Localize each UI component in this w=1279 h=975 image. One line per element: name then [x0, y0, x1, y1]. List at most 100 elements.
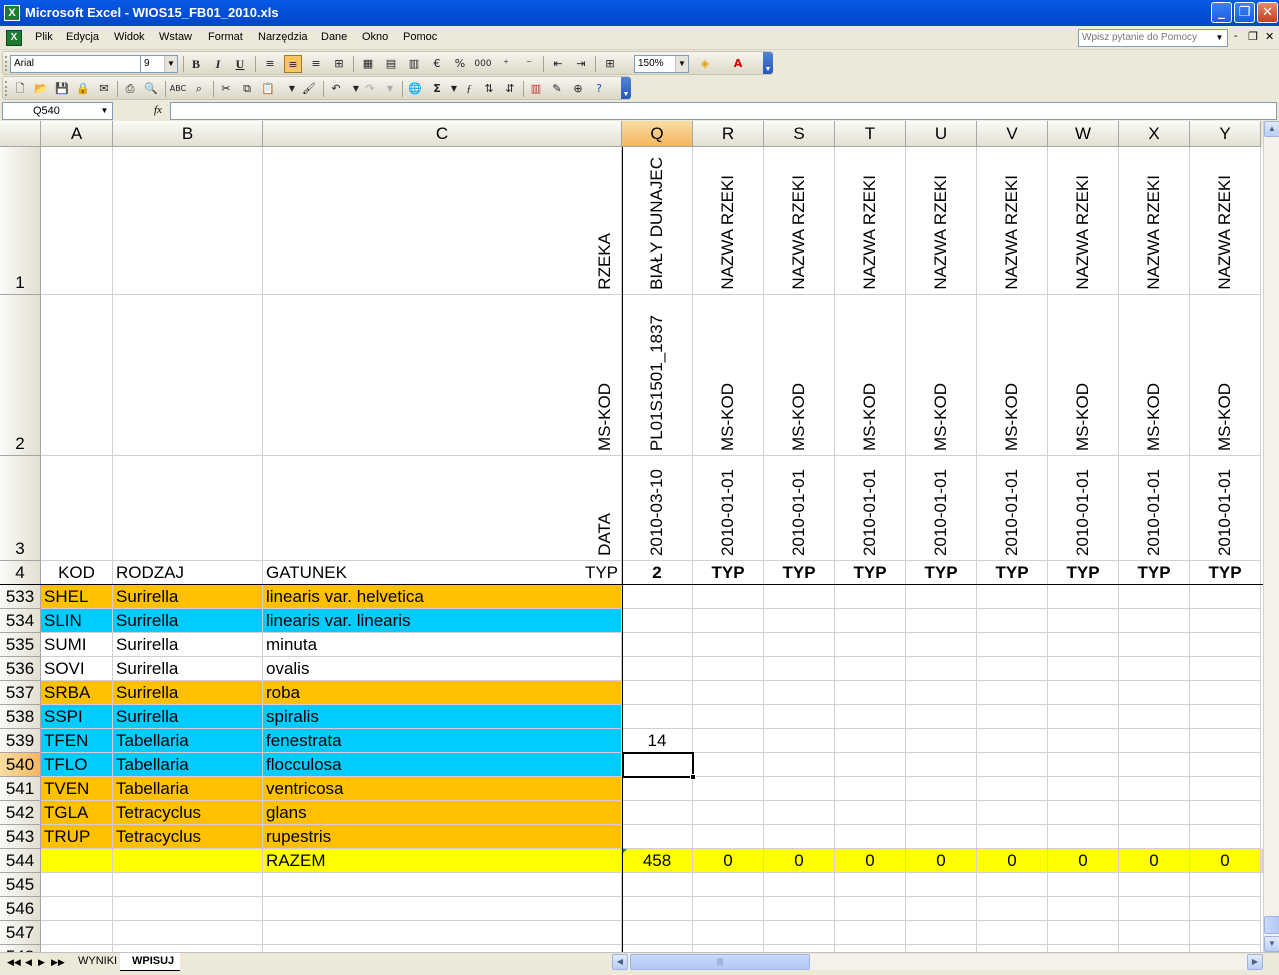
menu-widok[interactable]: Widok — [114, 31, 145, 43]
cell-w[interactable] — [1048, 729, 1119, 753]
toolbar-grip[interactable] — [5, 56, 8, 71]
cell-kod[interactable]: SUMI — [41, 633, 113, 657]
cell-q[interactable] — [622, 681, 693, 705]
cell-s[interactable] — [764, 729, 835, 753]
cell-y[interactable] — [1190, 729, 1261, 753]
cell-kod[interactable]: SSPI — [41, 705, 113, 729]
email-icon[interactable]: ✉ — [95, 80, 113, 98]
chart-wizard-icon[interactable]: ▥ — [405, 55, 423, 73]
cell-rodzaj[interactable]: Tetracyclus — [113, 801, 263, 825]
cell-x[interactable] — [1119, 777, 1190, 801]
cell-w[interactable] — [1048, 633, 1119, 657]
empty-cell[interactable] — [835, 873, 906, 897]
empty-cell[interactable] — [764, 945, 835, 952]
total-cell-b[interactable] — [113, 849, 263, 873]
empty-cell[interactable] — [835, 945, 906, 952]
cell-s[interactable] — [764, 753, 835, 777]
cell-gatunek[interactable]: minuta — [263, 633, 622, 657]
toolbar-grip[interactable] — [5, 81, 8, 96]
header-cell-y[interactable]: MS-KOD — [1190, 295, 1261, 456]
menu-format[interactable]: Format — [208, 31, 243, 43]
cell-y[interactable] — [1190, 681, 1261, 705]
empty-cell[interactable] — [764, 897, 835, 921]
header-typ-u[interactable]: TYP — [906, 561, 977, 585]
cell-t[interactable] — [835, 729, 906, 753]
header-cell-t[interactable]: MS-KOD — [835, 295, 906, 456]
row-header-533[interactable]: 533 — [0, 585, 41, 609]
total-x[interactable]: 0 — [1119, 849, 1190, 873]
cell-gatunek[interactable]: linearis var. linearis — [263, 609, 622, 633]
empty-cell[interactable] — [113, 897, 263, 921]
cell-y[interactable] — [1190, 657, 1261, 681]
row-header-535[interactable]: 535 — [0, 633, 41, 657]
cell-u[interactable] — [906, 657, 977, 681]
spelling-icon[interactable]: ABC — [169, 80, 187, 98]
cell-w[interactable] — [1048, 777, 1119, 801]
empty-cell[interactable] — [113, 921, 263, 945]
empty-cell[interactable] — [113, 873, 263, 897]
chevron-down-icon[interactable]: ▼ — [675, 56, 688, 72]
header-cell-x[interactable]: NAZWA RZEKI — [1119, 147, 1190, 295]
header-cell-u[interactable]: MS-KOD — [906, 295, 977, 456]
empty-cell[interactable] — [622, 873, 693, 897]
empty-cell[interactable] — [906, 921, 977, 945]
cell-u[interactable] — [906, 585, 977, 609]
cell-q[interactable] — [622, 777, 693, 801]
empty-cell[interactable] — [693, 945, 764, 952]
column-header-c[interactable]: C — [263, 121, 622, 147]
row-header-547[interactable]: 547 — [0, 921, 41, 945]
fill-color-icon[interactable]: ◈ — [696, 55, 714, 73]
doc-restore-button[interactable]: ❐ — [1248, 30, 1258, 43]
cell-rodzaj[interactable]: Tabellaria — [113, 753, 263, 777]
row-header-541[interactable]: 541 — [0, 777, 41, 801]
header-cell-u[interactable]: NAZWA RZEKI — [906, 147, 977, 295]
scroll-down-icon[interactable]: ▼ — [1264, 936, 1279, 952]
sheet-tab-wyniki[interactable]: WYNIKI — [66, 953, 123, 971]
format-painter-icon[interactable]: 🖌 — [300, 80, 318, 98]
column-header-b[interactable]: B — [113, 121, 263, 147]
empty-cell[interactable] — [41, 945, 113, 952]
empty-cell[interactable] — [263, 873, 622, 897]
help-icon[interactable]: ? — [590, 80, 608, 98]
cell-t[interactable] — [835, 609, 906, 633]
cell-s[interactable] — [764, 825, 835, 849]
cell-q[interactable] — [622, 609, 693, 633]
cell-t[interactable] — [835, 585, 906, 609]
cell-x[interactable] — [1119, 729, 1190, 753]
empty-cell[interactable] — [41, 897, 113, 921]
total-s[interactable]: 0 — [764, 849, 835, 873]
empty-cell[interactable] — [1190, 945, 1261, 952]
column-header-q[interactable]: Q — [622, 121, 693, 147]
redo-icon[interactable]: ↷ — [361, 80, 379, 98]
row-header-2[interactable]: 2 — [0, 295, 41, 456]
total-v[interactable]: 0 — [977, 849, 1048, 873]
header-cell-t[interactable]: NAZWA RZEKI — [835, 147, 906, 295]
row-header-548[interactable]: 548 — [0, 945, 41, 952]
header-cell-w[interactable]: 2010-01-01 — [1048, 456, 1119, 561]
cell-rodzaj[interactable]: Surirella — [113, 681, 263, 705]
cell-kod[interactable]: SHEL — [41, 585, 113, 609]
chevron-down-icon[interactable]: ▼ — [283, 80, 301, 98]
cell-s[interactable] — [764, 657, 835, 681]
cell-rodzaj[interactable]: Tetracyclus — [113, 825, 263, 849]
cell-t[interactable] — [835, 657, 906, 681]
cell-r[interactable] — [693, 681, 764, 705]
font-size-combo[interactable]: 9 ▼ — [140, 55, 178, 73]
cell-r[interactable] — [693, 825, 764, 849]
empty-cell[interactable] — [1190, 921, 1261, 945]
cell-gatunek[interactable]: flocculosa — [263, 753, 622, 777]
cell-v[interactable] — [977, 585, 1048, 609]
empty-cell[interactable] — [764, 921, 835, 945]
increase-decimal-icon[interactable]: ⁺ — [497, 55, 515, 73]
cell-v[interactable] — [977, 801, 1048, 825]
empty-cell[interactable] — [622, 945, 693, 952]
cell-gatunek[interactable]: spiralis — [263, 705, 622, 729]
header-cell-t[interactable]: 2010-01-01 — [835, 456, 906, 561]
cell-rodzaj[interactable]: Surirella — [113, 705, 263, 729]
doc-minimize-button[interactable]: - — [1234, 30, 1238, 42]
cell-v[interactable] — [977, 609, 1048, 633]
header-cell-s[interactable]: 2010-01-01 — [764, 456, 835, 561]
scroll-left-icon[interactable]: ◀ — [612, 954, 628, 970]
empty-cell[interactable] — [1190, 873, 1261, 897]
cell-rodzaj[interactable]: Tabellaria — [113, 777, 263, 801]
